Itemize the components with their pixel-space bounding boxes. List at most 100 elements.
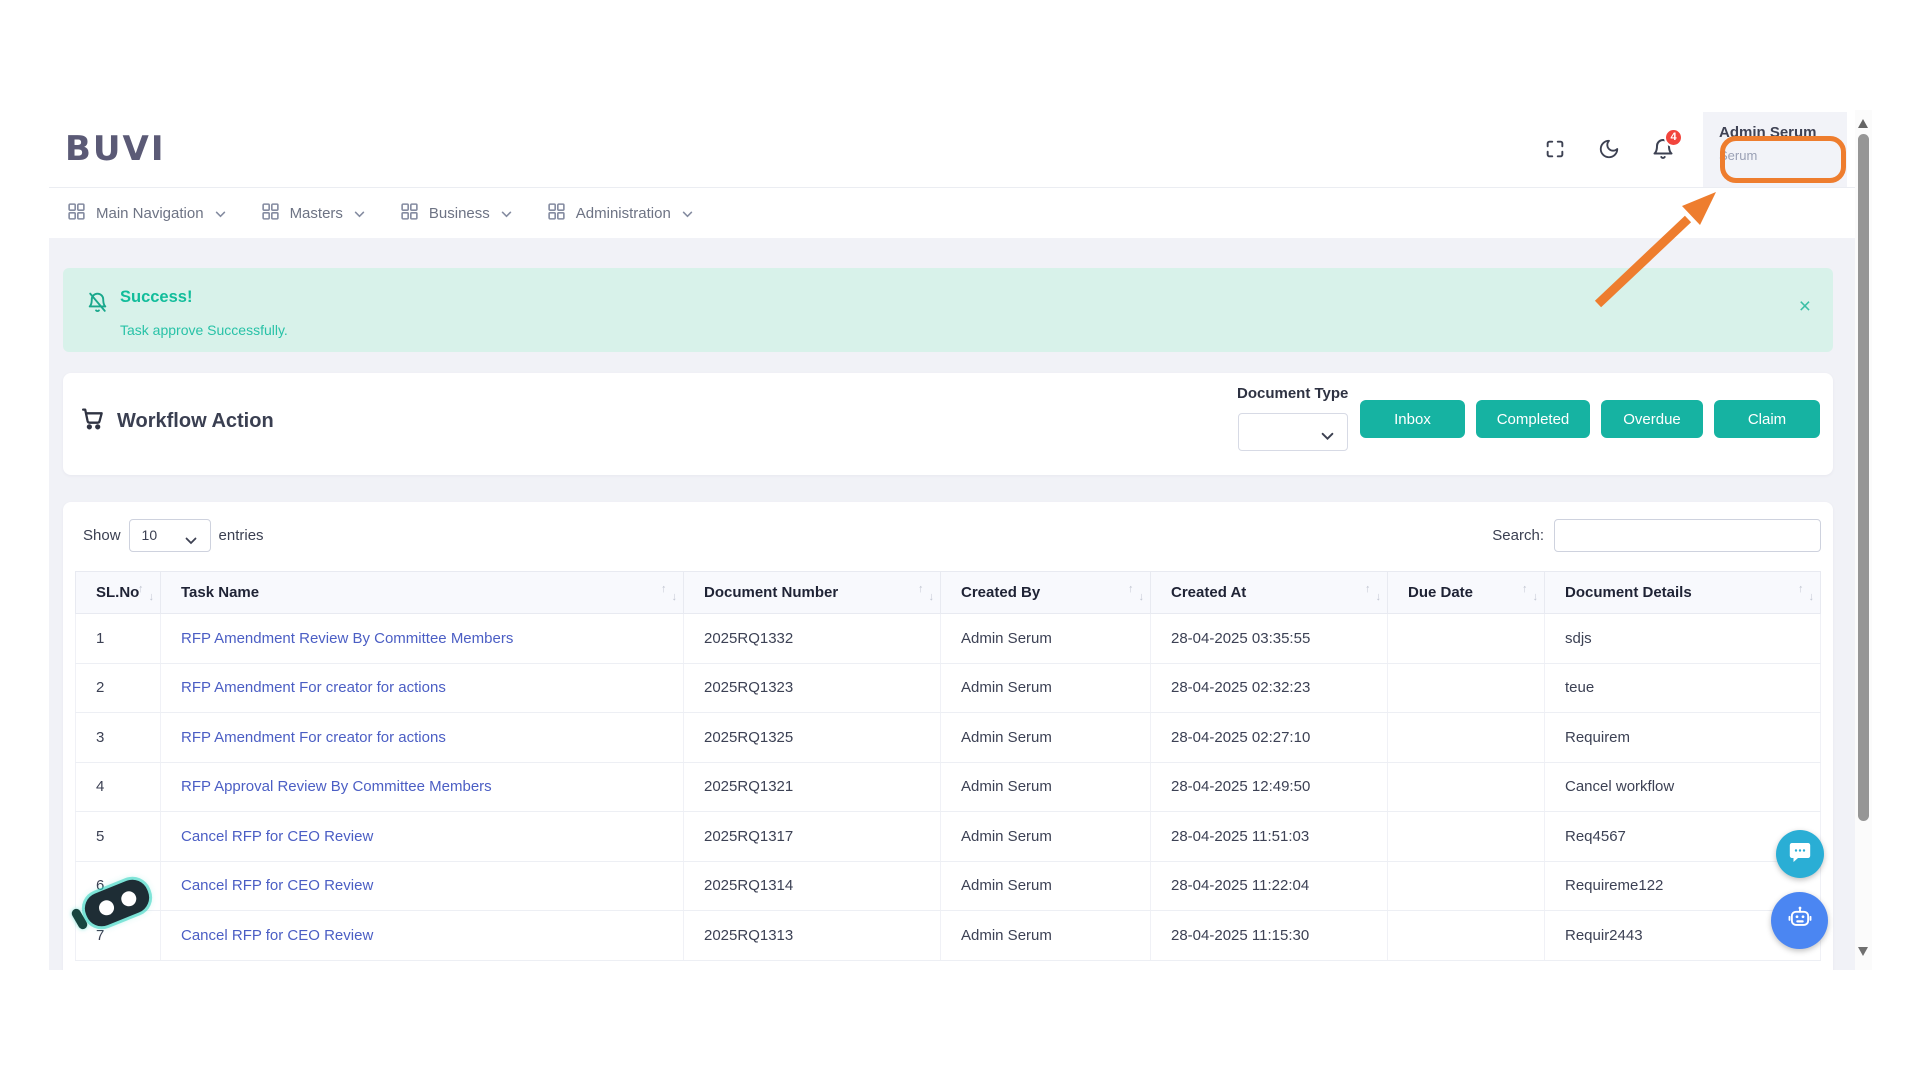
assistant-fab-button[interactable] (1771, 892, 1828, 949)
cell-due-date (1387, 811, 1545, 862)
page-title-text: Workflow Action (117, 410, 274, 432)
page-size-value: 10 (141, 527, 158, 543)
cell-task-name: Cancel RFP for CEO Review (160, 811, 684, 862)
app-window: BUVI 4 Admin Serum Serum Main Navigation… (49, 110, 1855, 970)
nav-item-main-navigation[interactable]: Main Navigation (68, 202, 226, 224)
page-scrollbar (1855, 110, 1872, 970)
close-icon[interactable]: × (1799, 296, 1811, 317)
table-row: 3 RFP Amendment For creator for actions 20… (75, 712, 1821, 763)
task-name-link[interactable]: RFP Amendment Review By Committee Member… (181, 630, 513, 647)
column-header-document-number[interactable]: Document Number ↑ ↓ (683, 571, 941, 614)
chevron-down-icon (682, 205, 693, 222)
main-nav-bar: Main Navigation Masters Business Adminis… (49, 188, 1855, 238)
cell-document-details: Cancel workflow (1544, 762, 1821, 812)
grid-menu-icon (261, 202, 279, 224)
chevron-down-icon (185, 532, 197, 548)
sort-icon: ↑ ↓ (1522, 582, 1538, 603)
cell-created-by: Admin Serum (940, 712, 1151, 763)
task-name-link[interactable]: Cancel RFP for CEO Review (181, 828, 373, 845)
column-header-due-date[interactable]: Due Date ↑ ↓ (1387, 571, 1545, 614)
inbox-button[interactable]: Inbox (1360, 400, 1465, 438)
cell-task-name: RFP Amendment For creator for actions (160, 712, 684, 763)
task-name-link[interactable]: RFP Approval Review By Committee Members (181, 778, 492, 795)
cell-due-date (1387, 861, 1545, 911)
cell-due-date (1387, 762, 1545, 812)
cell-document-number: 2025RQ1325 (683, 712, 941, 763)
cell-created-by: Admin Serum (940, 811, 1151, 862)
alert-message: Task approve Successfully. (120, 322, 288, 338)
cell-task-name: RFP Amendment Review By Committee Member… (160, 613, 684, 664)
cell-created-by: Admin Serum (940, 613, 1151, 664)
task-name-link[interactable]: RFP Amendment For creator for actions (181, 729, 446, 746)
cell-created-at: 28-04-2025 02:32:23 (1150, 663, 1388, 713)
nav-item-administration[interactable]: Administration (548, 202, 693, 224)
column-header-created-at[interactable]: Created At ↑ ↓ (1150, 571, 1388, 614)
search-input[interactable] (1554, 519, 1821, 552)
overdue-button[interactable]: Overdue (1601, 400, 1703, 438)
grid-menu-icon (68, 202, 85, 224)
cell-created-by: Admin Serum (940, 910, 1151, 961)
column-header-sl-no[interactable]: SL.No ↑ ↓ (75, 571, 161, 614)
chat-bubble-icon (1788, 840, 1812, 869)
cell-task-name: Cancel RFP for CEO Review (160, 910, 684, 961)
nav-label: Main Navigation (96, 204, 204, 222)
chevron-down-icon (501, 205, 512, 222)
nav-label: Masters (289, 204, 343, 222)
workflow-action-card: Workflow Action Document Type Inbox Comp… (63, 373, 1833, 475)
annotation-highlight-box (1720, 136, 1846, 183)
cell-sl-no: 2 (75, 663, 161, 713)
robot-icon (1785, 903, 1815, 938)
screenshot-canvas: BUVI 4 Admin Serum Serum Main Navigation… (0, 0, 1920, 1080)
tasks-table: SL.No ↑ ↓ Task Name ↑ ↓ Document Number ↑ ↓… (75, 571, 1821, 961)
cell-sl-no: 5 (75, 811, 161, 862)
chevron-down-icon (1321, 428, 1334, 446)
notifications-bell-icon[interactable]: 4 (1651, 127, 1683, 161)
scroll-down-arrow[interactable] (1858, 947, 1868, 956)
sort-icon: ↑ ↓ (918, 582, 934, 603)
column-header-task-name[interactable]: Task Name ↑ ↓ (160, 571, 684, 614)
chevron-down-icon (354, 205, 365, 222)
document-type-select[interactable] (1238, 413, 1348, 451)
column-header-created-by[interactable]: Created By ↑ ↓ (940, 571, 1151, 614)
nav-label: Business (428, 204, 490, 222)
table-row: 2 RFP Amendment For creator for actions 20… (75, 663, 1821, 713)
header-icon-group: 4 (1543, 110, 1683, 187)
task-name-link[interactable]: RFP Amendment For creator for actions (181, 679, 446, 696)
fullscreen-icon[interactable] (1543, 137, 1567, 161)
cell-created-at: 28-04-2025 02:27:10 (1150, 712, 1388, 763)
sort-icon: ↑ ↓ (1798, 582, 1814, 603)
brand-logo: BUVI (65, 128, 166, 169)
grid-menu-icon (401, 202, 418, 224)
document-type-label: Document Type (1237, 385, 1349, 402)
chat-fab-button[interactable] (1776, 830, 1824, 878)
cell-task-name: RFP Approval Review By Committee Members (160, 762, 684, 812)
task-name-link[interactable]: Cancel RFP for CEO Review (181, 877, 373, 894)
table-row: 6 Cancel RFP for CEO Review 2025RQ1314 Admi… (75, 861, 1821, 911)
scrollbar-thumb[interactable] (1858, 134, 1869, 821)
table-row: 5 Cancel RFP for CEO Review 2025RQ1317 Admi… (75, 811, 1821, 862)
cell-created-by: Admin Serum (940, 663, 1151, 713)
page-size-select[interactable]: 10 (128, 519, 211, 552)
completed-button[interactable]: Completed (1476, 400, 1590, 438)
cell-task-name: RFP Amendment For creator for actions (160, 663, 684, 713)
cell-task-name: Cancel RFP for CEO Review (160, 861, 684, 911)
bell-slash-icon (85, 290, 110, 320)
table-row: 4 RFP Approval Review By Committee Member… (75, 762, 1821, 812)
notification-count-badge: 4 (1664, 127, 1683, 147)
claim-button[interactable]: Claim (1714, 400, 1820, 438)
sort-icon: ↑ ↓ (661, 582, 677, 603)
cell-sl-no: 1 (75, 613, 161, 664)
task-name-link[interactable]: Cancel RFP for CEO Review (181, 927, 373, 944)
nav-item-business[interactable]: Business (401, 202, 512, 224)
nav-item-masters[interactable]: Masters (261, 202, 365, 224)
dark-mode-moon-icon[interactable] (1597, 137, 1621, 161)
chevron-down-icon (215, 205, 226, 222)
cell-document-number: 2025RQ1314 (683, 861, 941, 911)
cell-created-by: Admin Serum (940, 861, 1151, 911)
alert-title: Success! (120, 288, 193, 306)
column-header-document-details[interactable]: Document Details ↑ ↓ (1544, 571, 1821, 614)
sort-icon: ↑ ↓ (1128, 582, 1144, 603)
scroll-up-arrow[interactable] (1858, 119, 1868, 128)
table-body: 1 RFP Amendment Review By Committee Membe… (75, 613, 1821, 961)
cell-due-date (1387, 712, 1545, 763)
